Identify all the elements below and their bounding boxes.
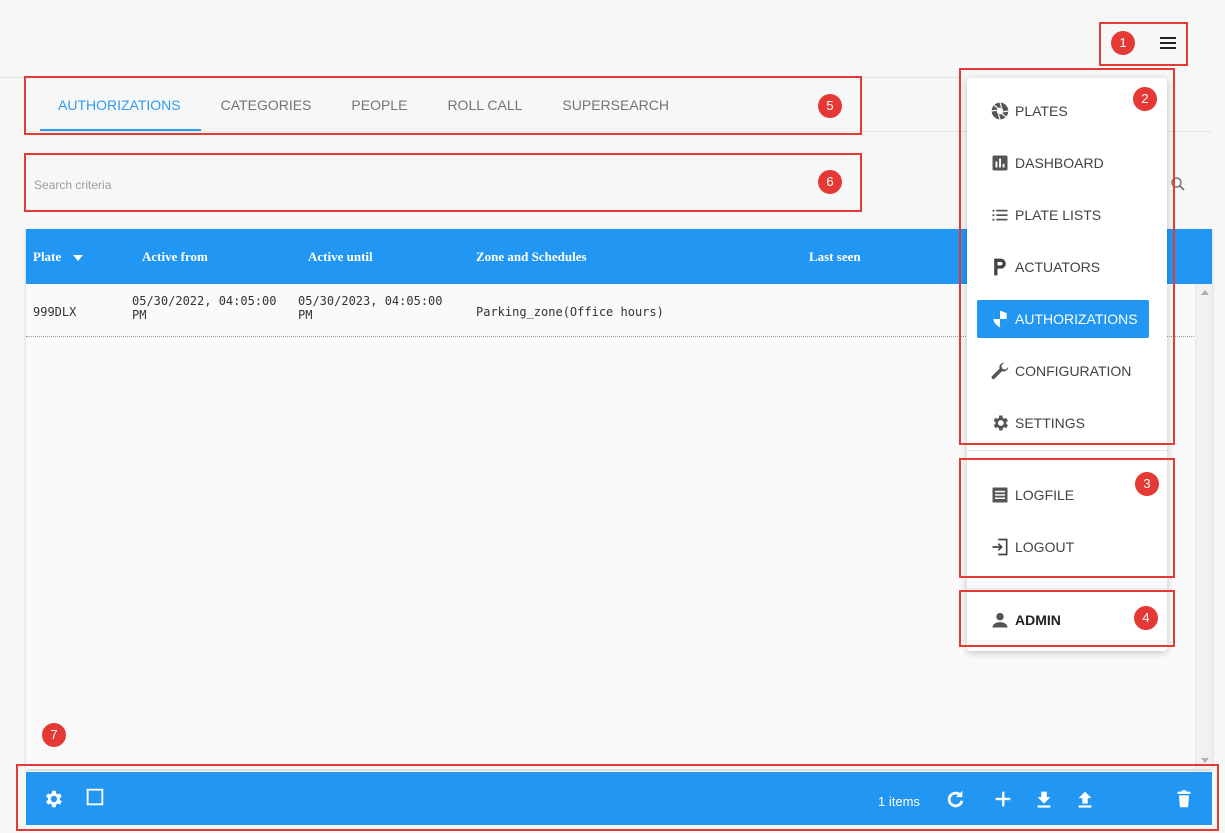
menu-item-settings[interactable]: SETTINGS: [977, 404, 1149, 442]
tab-roll-call[interactable]: ROLL CALL: [427, 95, 542, 131]
menu-item-label: ADMIN: [1015, 612, 1061, 628]
tab-people[interactable]: PEOPLE: [331, 95, 427, 131]
download-icon[interactable]: [1033, 788, 1055, 810]
menu-item-authorizations[interactable]: AUTHORIZATIONS: [977, 300, 1149, 338]
column-label: Plate: [33, 249, 62, 264]
checkbox-icon[interactable]: [84, 786, 106, 808]
annotation-badge-5: 5: [818, 94, 842, 118]
menu-item-admin[interactable]: ADMIN: [977, 601, 1149, 639]
menu-item-label: LOGFILE: [1015, 487, 1075, 503]
menu-item-label: LOGOUT: [1015, 539, 1075, 555]
annotation-badge-2: 2: [1133, 87, 1157, 111]
menu-item-label: CONFIGURATION: [1015, 363, 1132, 379]
gear-icon[interactable]: [42, 788, 64, 810]
wrench-icon: [989, 360, 1011, 382]
shield-icon: [989, 308, 1011, 330]
menu-item-label: ACTUATORS: [1015, 259, 1101, 275]
menu-item-label: PLATES: [1015, 103, 1068, 119]
hamburger-menu-icon[interactable]: [1158, 35, 1178, 55]
scroll-down-icon[interactable]: [1201, 758, 1209, 763]
tab-authorizations[interactable]: AUTHORIZATIONS: [40, 95, 201, 131]
annotation-badge-7: 7: [42, 723, 66, 747]
annotation-badge-4: 4: [1134, 606, 1158, 630]
menu-item-logfile[interactable]: LOGFILE: [977, 476, 1149, 514]
vertical-scrollbar[interactable]: [1195, 284, 1212, 769]
menu-item-plates[interactable]: PLATES: [977, 92, 1149, 130]
cell-plate: 999DLX: [33, 305, 77, 319]
menu-item-actuators[interactable]: ACTUATORS: [977, 248, 1149, 286]
upload-icon[interactable]: [1074, 788, 1096, 810]
annotation-badge-3: 3: [1135, 472, 1159, 496]
tab-supersearch[interactable]: SUPERSEARCH: [542, 95, 689, 131]
menu-item-plate-lists[interactable]: PLATE LISTS: [977, 196, 1149, 234]
column-header-active-until[interactable]: Active until: [308, 249, 373, 265]
column-header-active-from[interactable]: Active from: [142, 249, 208, 265]
cell-active-until: 05/30/2023, 04:05:00 PM: [298, 294, 443, 322]
cell-active-from: 05/30/2022, 04:05:00 PM: [132, 294, 277, 322]
search-icon[interactable]: [1169, 175, 1187, 193]
logfile-icon: [989, 484, 1011, 506]
search-input[interactable]: [34, 172, 814, 198]
column-header-last-seen[interactable]: Last seen: [809, 249, 861, 265]
menu-item-label: SETTINGS: [1015, 415, 1086, 431]
logout-icon: [989, 536, 1011, 558]
list-icon: [989, 204, 1011, 226]
refresh-icon[interactable]: [944, 788, 966, 810]
annotation-badge-1: 1: [1111, 31, 1135, 55]
header-divider: [0, 77, 960, 78]
menu-divider: [967, 450, 1167, 451]
sort-down-icon: [73, 255, 84, 262]
tab-bar: AUTHORIZATIONS CATEGORIES PEOPLE ROLL CA…: [40, 95, 689, 131]
aperture-icon: [989, 100, 1011, 122]
column-header-zone[interactable]: Zone and Schedules: [476, 249, 587, 265]
column-header-plate[interactable]: Plate: [33, 249, 84, 265]
cell-zone: Parking_zone(Office hours): [476, 305, 664, 319]
person-icon: [989, 609, 1011, 631]
menu-item-configuration[interactable]: CONFIGURATION: [977, 352, 1149, 390]
annotation-badge-6: 6: [818, 170, 842, 194]
add-icon[interactable]: [992, 788, 1014, 810]
tab-categories[interactable]: CATEGORIES: [201, 95, 332, 131]
table-toolbar: 1 items: [26, 772, 1212, 825]
menu-item-label: PLATE LISTS: [1015, 207, 1102, 223]
trash-icon[interactable]: [1173, 788, 1195, 810]
menu-item-dashboard[interactable]: DASHBOARD: [977, 144, 1149, 182]
menu-item-label: DASHBOARD: [1015, 155, 1104, 171]
scroll-up-icon[interactable]: [1201, 290, 1209, 295]
menu-item-logout[interactable]: LOGOUT: [977, 528, 1149, 566]
item-count: 1 items: [878, 794, 920, 809]
navigation-menu: PLATES DASHBOARD PLATE LISTS ACTUATORS A…: [967, 78, 1167, 651]
menu-item-label: AUTHORIZATIONS: [1015, 311, 1138, 327]
parking-icon: [989, 256, 1011, 278]
menu-divider: [967, 588, 1167, 589]
gear-icon: [989, 412, 1011, 434]
bar-chart-icon: [989, 152, 1011, 174]
